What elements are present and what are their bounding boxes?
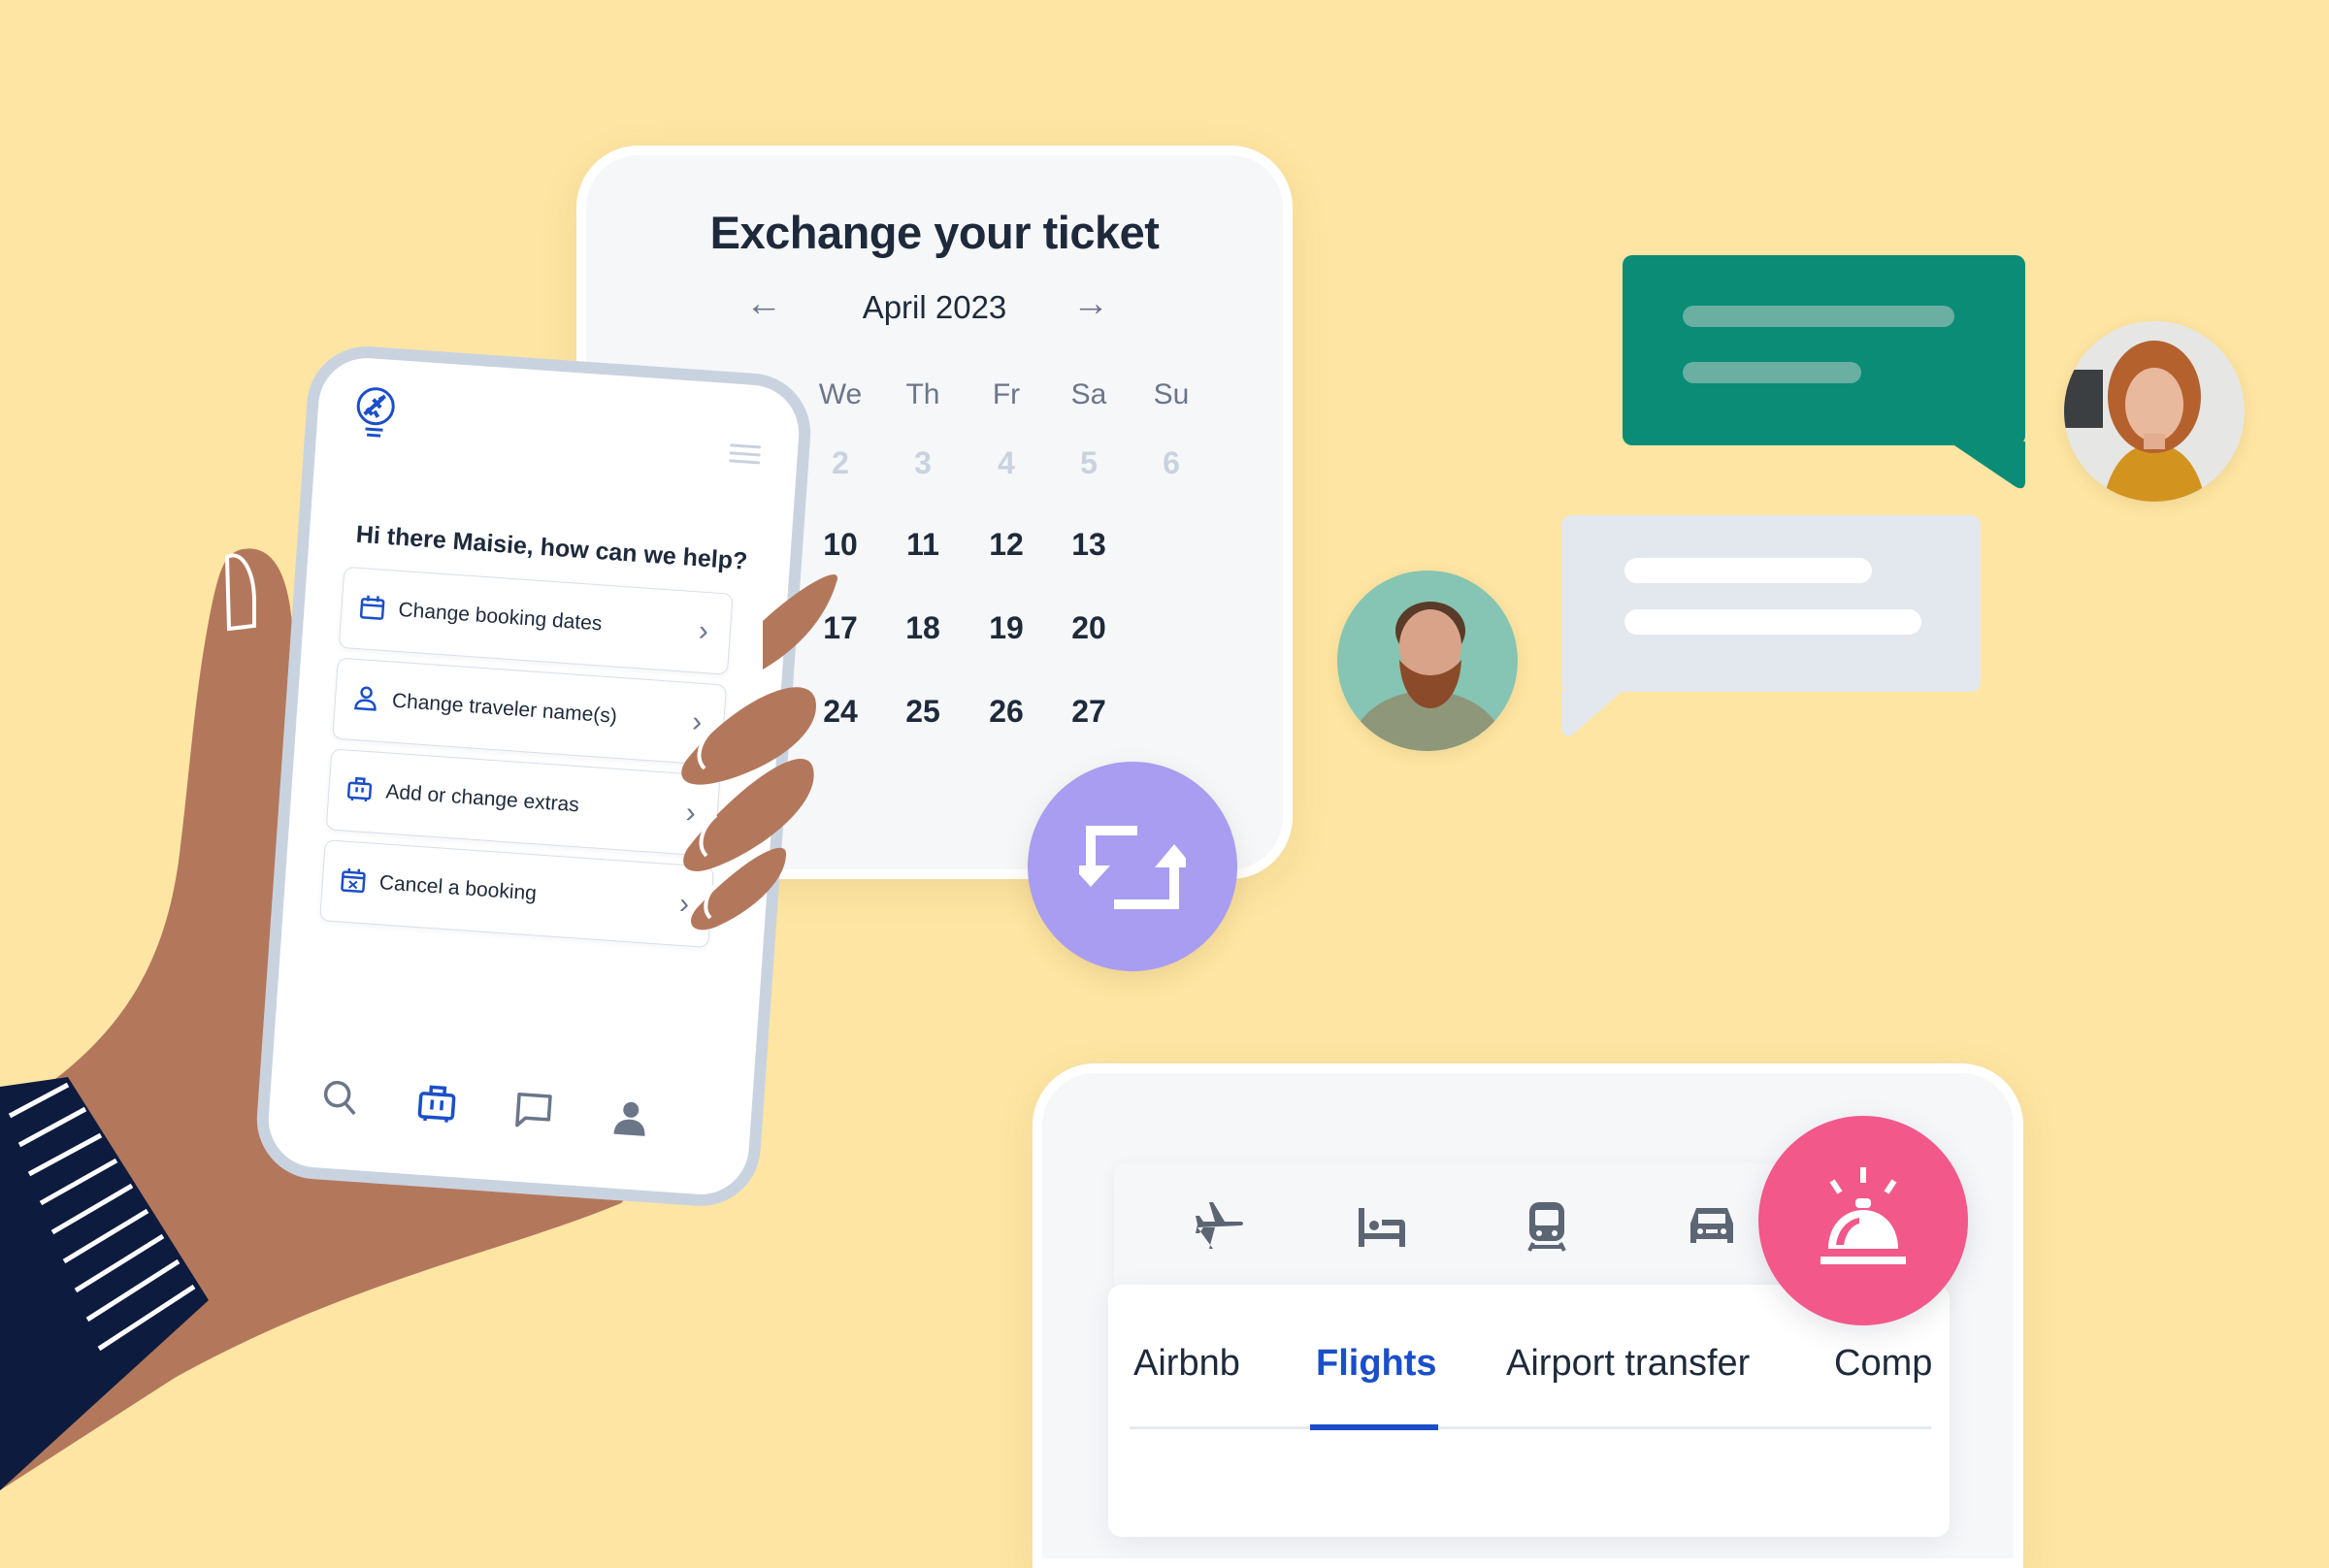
calendar-day: 4 (968, 445, 1045, 481)
message-line (1624, 609, 1921, 635)
plane-lightbulb-logo-icon (351, 384, 400, 443)
menu-item-add-change-extras[interactable]: Add or change extras › (326, 748, 721, 857)
concierge-button[interactable] (1758, 1116, 1968, 1325)
calendar-day[interactable]: 12 (968, 527, 1045, 563)
arrow-right-icon: → (1072, 283, 1109, 324)
train-icon[interactable] (1520, 1198, 1574, 1253)
phone-mockup: Hi there Maisie, how can we help? Change… (253, 343, 815, 1210)
calendar-day[interactable]: 24 (802, 694, 879, 730)
user-icon[interactable] (609, 1096, 651, 1138)
chevron-right-icon: › (678, 891, 690, 919)
calendar-day: 2 (802, 445, 879, 481)
calendar-day: 6 (1132, 445, 1210, 481)
search-icon[interactable] (319, 1077, 361, 1119)
tab-airbnb[interactable]: Airbnb (1133, 1343, 1240, 1385)
month-label: April 2023 (586, 289, 1283, 326)
menu-item-label: Add or change extras (385, 780, 580, 817)
category-tabs: Airbnb Flights Airport transfer Comp (1108, 1285, 1950, 1537)
calendar-day[interactable]: 25 (884, 694, 962, 730)
calendar-day[interactable]: 11 (884, 527, 962, 563)
calendar-icon (359, 594, 386, 621)
sleeve (0, 1077, 209, 1490)
calendar-day[interactable]: 19 (968, 610, 1045, 646)
service-bell-icon (1817, 1167, 1910, 1274)
trips-luggage-icon[interactable] (416, 1084, 458, 1126)
calendar-cancel-icon (340, 866, 367, 894)
sleeve-stripes (10, 1085, 194, 1349)
agent-message-bubble (1623, 255, 2025, 445)
weekday-label: We (802, 378, 879, 411)
chat-bubble-icon[interactable] (513, 1090, 555, 1131)
weekday-label: Th (884, 378, 962, 411)
luggage-icon (346, 776, 374, 803)
calendar-day: 5 (1050, 445, 1128, 481)
category-icon-strip (1114, 1163, 1793, 1286)
chevron-right-icon: › (685, 800, 697, 828)
tab-airport-transfer[interactable]: Airport transfer (1506, 1343, 1750, 1385)
message-line (1683, 306, 1954, 327)
tab-comp[interactable]: Comp (1834, 1343, 1932, 1385)
menu-item-cancel-booking[interactable]: Cancel a booking › (319, 839, 714, 948)
plane-icon[interactable] (1192, 1198, 1246, 1253)
exchange-button[interactable] (1028, 762, 1237, 971)
menu-item-label: Cancel a booking (378, 871, 538, 905)
calendar-day[interactable]: 17 (802, 610, 879, 646)
message-line (1624, 558, 1872, 583)
tabs-divider (1130, 1426, 1931, 1429)
card-title: Exchange your ticket (586, 206, 1283, 259)
chevron-right-icon: › (691, 708, 703, 736)
car-icon[interactable] (1685, 1198, 1739, 1253)
person-icon (352, 685, 379, 712)
woman-avatar (2064, 321, 2245, 502)
menu-item-label: Change traveler name(s) (391, 690, 617, 729)
user-bubble-tail (1561, 690, 1629, 738)
tab-flights[interactable]: Flights (1316, 1343, 1437, 1385)
calendar-day[interactable]: 20 (1050, 610, 1128, 646)
active-tab-indicator (1310, 1424, 1438, 1430)
user-message-bubble (1561, 515, 1981, 692)
thumb-nail (227, 555, 254, 629)
menu-item-change-traveler-names[interactable]: Change traveler name(s) › (332, 658, 727, 767)
weekday-label: Su (1132, 378, 1210, 411)
weekday-label: Sa (1050, 378, 1128, 411)
calendar-day[interactable]: 10 (802, 527, 879, 563)
calendar-day[interactable]: 13 (1050, 527, 1128, 563)
calendar-day[interactable]: 27 (1050, 694, 1128, 730)
swap-arrows-icon (1079, 823, 1186, 910)
menu-item-change-booking-dates[interactable]: Change booking dates › (339, 567, 734, 675)
message-line (1683, 362, 1861, 383)
calendar-day[interactable]: 18 (884, 610, 962, 646)
bed-icon[interactable] (1355, 1198, 1409, 1253)
calendar-day: 3 (884, 445, 962, 481)
chevron-right-icon: › (698, 618, 709, 646)
menu-item-label: Change booking dates (398, 599, 603, 637)
calendar-day[interactable]: 26 (968, 694, 1045, 730)
greeting: Hi there Maisie, how can we help? (355, 521, 748, 576)
weekday-label: Fr (968, 378, 1045, 411)
man-avatar (1337, 571, 1518, 751)
agent-bubble-tail (1941, 441, 2028, 492)
next-month-button[interactable]: → (1066, 283, 1115, 325)
hamburger-menu-icon[interactable] (729, 441, 762, 467)
